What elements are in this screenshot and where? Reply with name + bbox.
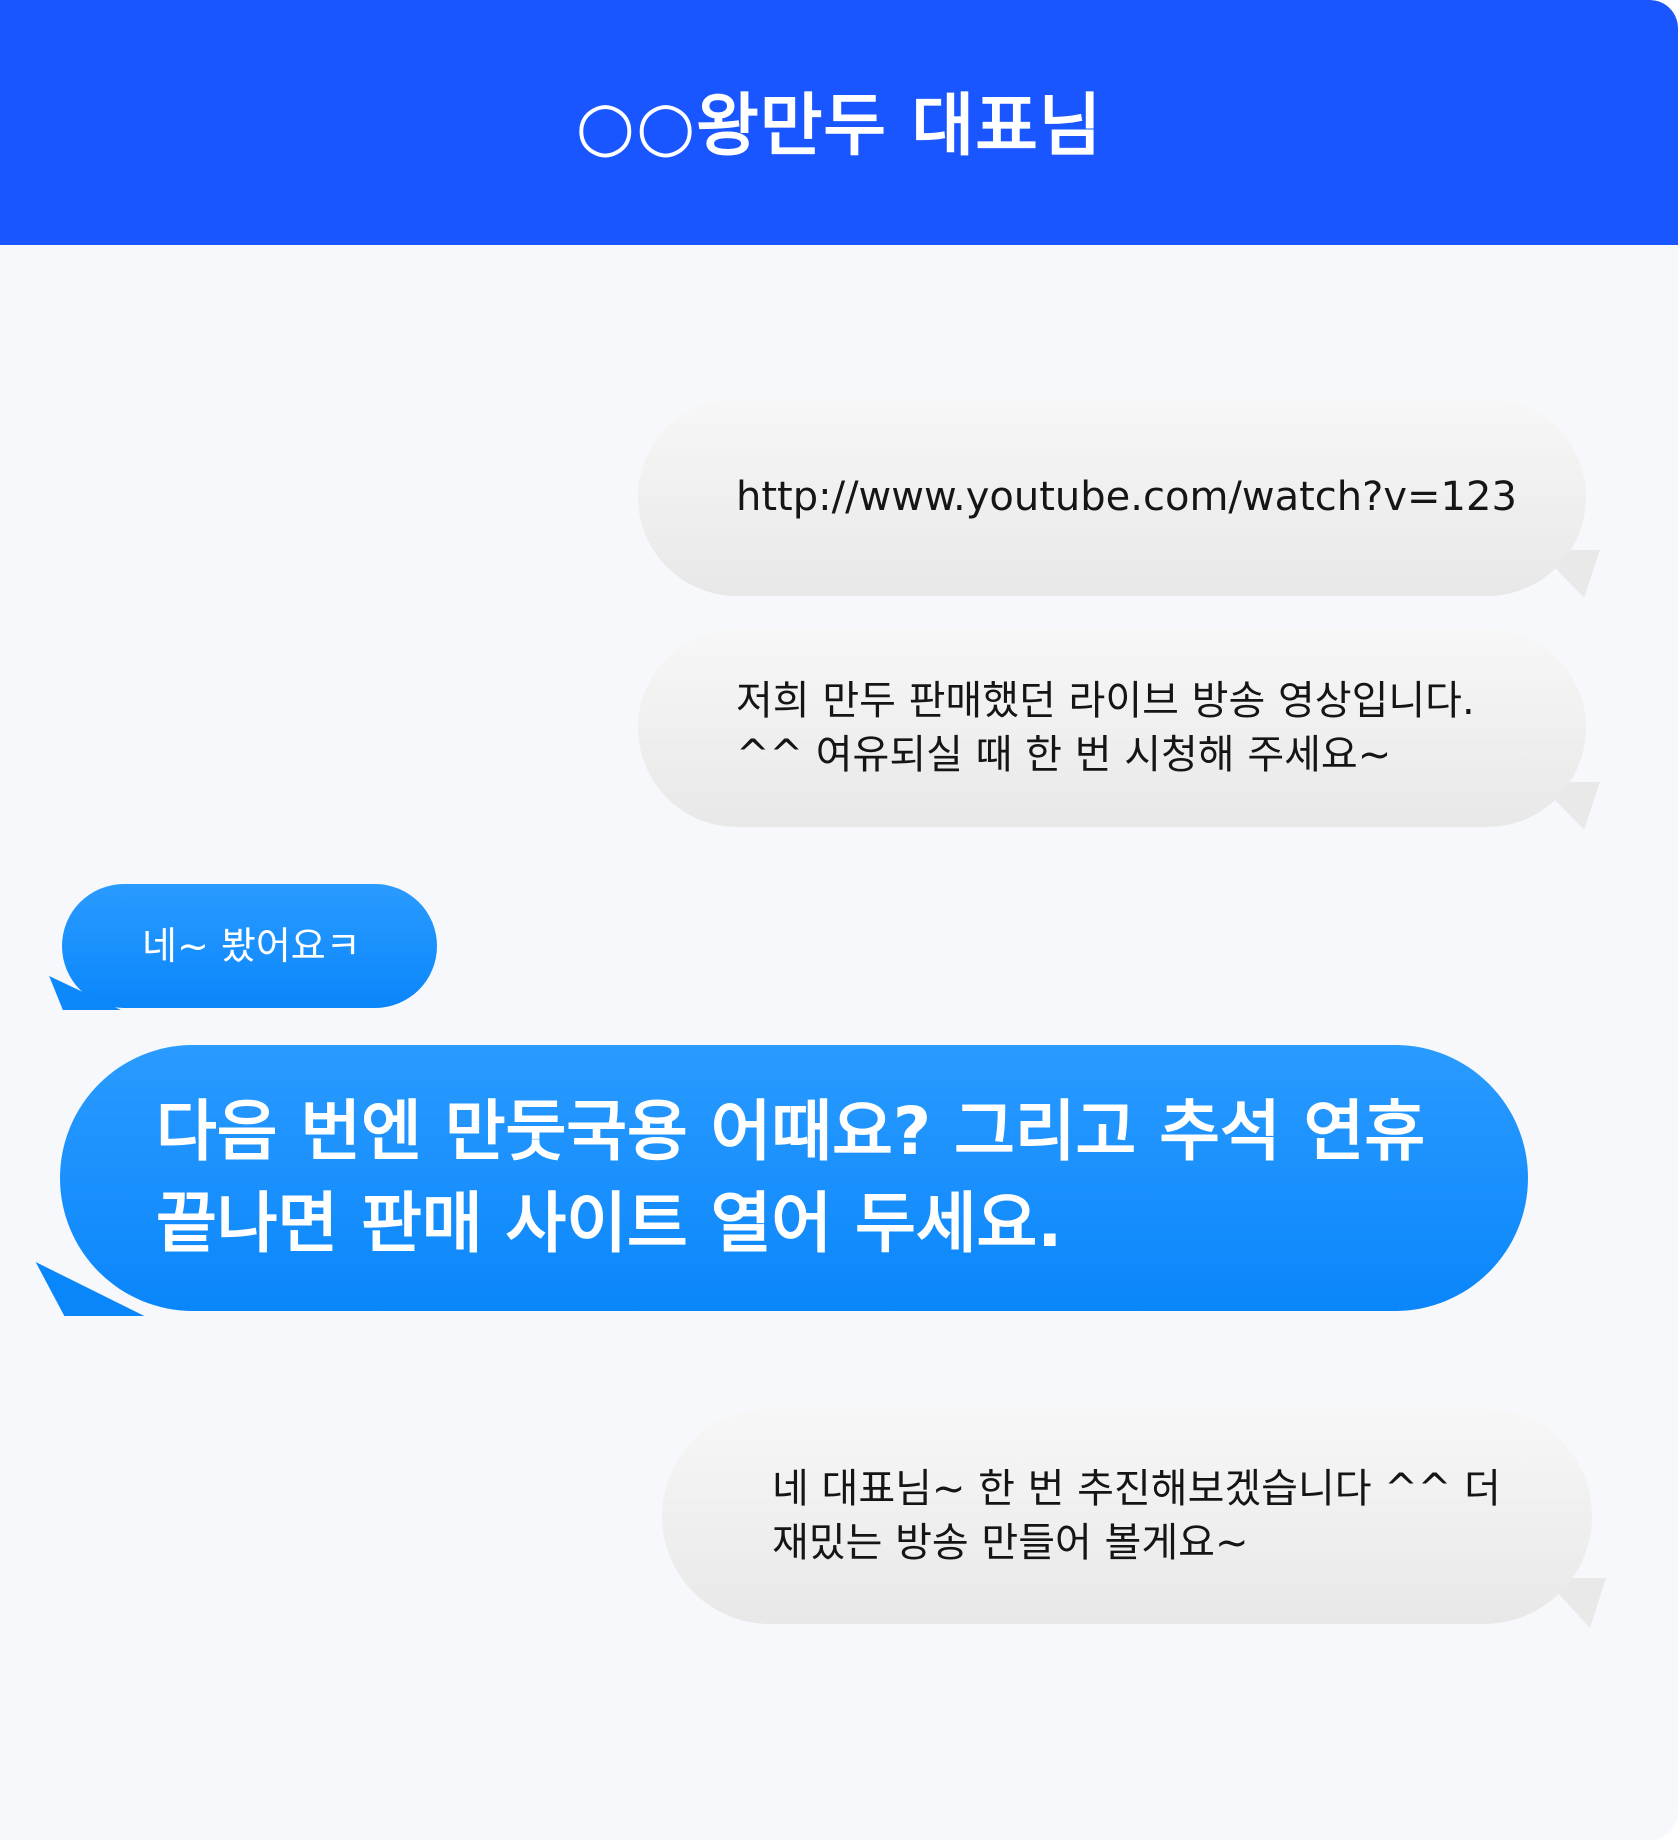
received-message-bubble[interactable]: 다음 번엔 만둣국용 어때요? 그리고 추석 연휴 끝나면 판매 사이트 열어 …	[60, 1045, 1528, 1311]
sent-message-bubble[interactable]: 저희 만두 판매했던 라이브 방송 영상입니다. ^^ 여유되실 때 한 번 시…	[638, 629, 1586, 827]
chat-title: ○○왕만두 대표님	[575, 87, 1103, 166]
chat-window: ○○왕만두 대표님 http://www.youtube.com/watch?v…	[0, 0, 1678, 1840]
sent-message-bubble[interactable]: 네 대표님~ 한 번 추진해보겠습니다 ^^ 더 재밌는 방송 만들어 볼게요~	[662, 1408, 1592, 1624]
received-message-bubble[interactable]: 네~ 봤어요ㅋ	[62, 884, 437, 1008]
sent-message-bubble[interactable]: http://www.youtube.com/watch?v=123	[638, 398, 1586, 596]
chat-header: ○○왕만두 대표님	[0, 0, 1678, 245]
message-text: 네~ 봤어요ㅋ	[142, 924, 361, 968]
message-text: 저희 만두 판매했던 라이브 방송 영상입니다. ^^ 여유되실 때 한 번 시…	[736, 678, 1475, 778]
message-text: 네 대표님~ 한 번 추진해보겠습니다 ^^ 더 재밌는 방송 만들어 볼게요~	[772, 1466, 1501, 1566]
message-text: http://www.youtube.com/watch?v=123	[736, 474, 1517, 520]
message-text: 다음 번엔 만둣국용 어때요? 그리고 추석 연휴 끝나면 판매 사이트 열어 …	[156, 1093, 1426, 1262]
